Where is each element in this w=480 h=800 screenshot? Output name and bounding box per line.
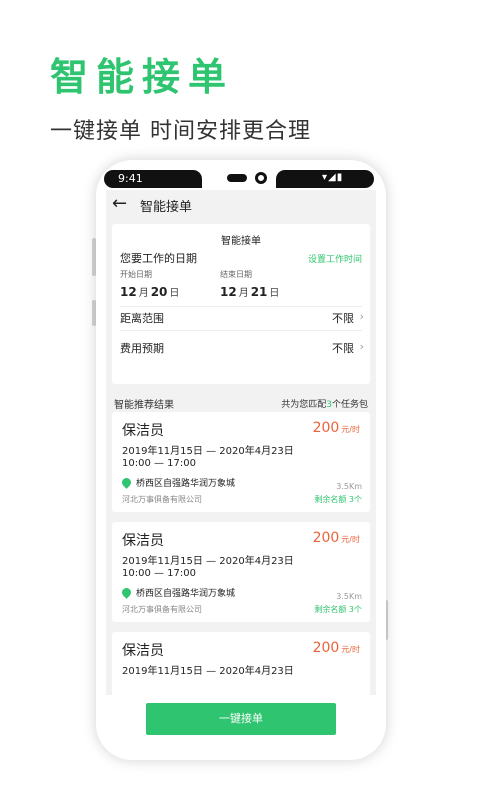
distance-range-label: 距离范围 — [120, 312, 164, 325]
budget-label: 费用预期 — [120, 342, 164, 355]
status-bar: 9:41 ▾◢▮ — [96, 160, 386, 190]
app-header: ← 智能接单 — [106, 190, 376, 220]
signal-battery-icon: ▾◢▮ — [322, 172, 344, 183]
job-price: 200 元/时 — [313, 640, 360, 656]
job-distance: 3.5Km — [336, 592, 362, 601]
job-remaining-slots: 剩余名额 3个 — [314, 495, 362, 504]
price-unit: 元/时 — [341, 645, 360, 654]
job-card[interactable]: 保洁员 200 元/时 2019年11月15日 — 2020年4月23日 10:0… — [112, 412, 370, 512]
status-time: 9:41 — [118, 172, 143, 185]
chevron-right-icon: › — [359, 340, 364, 353]
speaker-grille — [227, 174, 247, 182]
start-day: 20 — [150, 285, 168, 299]
job-dates: 2019年11月15日 — 2020年4月23日 — [122, 446, 294, 457]
start-date-value[interactable]: 12 月 20 日 — [120, 284, 181, 299]
front-camera — [255, 172, 267, 184]
location-pin-icon — [120, 476, 133, 489]
end-month: 12 — [220, 285, 237, 299]
job-company: 河北万事俱备有限公司 — [122, 495, 202, 504]
day-unit: 日 — [169, 288, 180, 299]
price-amount: 200 — [312, 420, 340, 436]
set-work-time-link[interactable]: 设置工作时间 — [308, 252, 362, 265]
order-settings-card: 智能接单 您要工作的日期 设置工作时间 开始日期 结束日期 12 月 20 日 12 月… — [112, 224, 370, 384]
divider — [120, 330, 362, 331]
job-address: 桥西区自强路华润万象城 — [136, 479, 236, 489]
job-distance: 3.5Km — [336, 482, 362, 491]
job-title: 保洁员 — [122, 423, 164, 439]
end-day: 21 — [250, 285, 268, 299]
match-summary: 共为您匹配3个任务包 — [281, 397, 368, 410]
day-unit: 日 — [269, 288, 280, 299]
match-prefix: 共为您匹配 — [281, 400, 327, 410]
promo-title: 智能接单 — [50, 55, 235, 99]
match-suffix: 个任务包 — [331, 400, 368, 410]
recommend-results-heading: 智能推荐结果 — [114, 400, 174, 411]
job-title: 保洁员 — [122, 643, 164, 659]
job-price: 200 元/时 — [313, 420, 360, 436]
job-dates: 2019年11月15日 — 2020年4月23日 — [122, 666, 294, 677]
job-hours: 10:00 — 17:00 — [122, 458, 196, 469]
job-hours: 10:00 — 17:00 — [122, 568, 196, 579]
work-date-label: 您要工作的日期 — [120, 252, 197, 265]
price-amount: 200 — [312, 530, 340, 546]
phone-frame: 9:41 ▾◢▮ ← 智能接单 智能接单 您要工作的日期 设置工作时间 开始日期… — [96, 160, 386, 760]
price-unit: 元/时 — [341, 535, 360, 544]
job-card[interactable]: 保洁员 200 元/时 2019年11月15日 — 2020年4月23日 10:0… — [112, 522, 370, 622]
one-click-accept-button[interactable]: 一键接单 — [146, 703, 336, 735]
job-company: 河北万事俱备有限公司 — [122, 605, 202, 614]
promo-subtitle: 一键接单 时间安排更合理 — [50, 119, 311, 144]
end-date-value[interactable]: 12 月 21 日 — [220, 284, 281, 299]
job-remaining-slots: 剩余名额 3个 — [314, 605, 362, 614]
start-date-label: 开始日期 — [120, 270, 152, 279]
divider — [120, 306, 362, 307]
job-price: 200 元/时 — [313, 530, 360, 546]
job-title: 保洁员 — [122, 533, 164, 549]
month-unit: 月 — [238, 288, 249, 299]
page-title: 智能接单 — [140, 200, 193, 215]
distance-range-value[interactable]: 不限 — [332, 310, 354, 326]
bottom-action-bar: 一键接单 — [106, 695, 376, 760]
budget-value[interactable]: 不限 — [332, 340, 354, 356]
card-title: 智能接单 — [221, 236, 261, 247]
arrow-left-icon[interactable]: ← — [112, 194, 132, 214]
chevron-right-icon: › — [359, 310, 364, 323]
price-unit: 元/时 — [341, 425, 360, 434]
app-screen: ← 智能接单 智能接单 您要工作的日期 设置工作时间 开始日期 结束日期 12 月… — [106, 190, 376, 760]
location-pin-icon — [120, 586, 133, 599]
price-amount: 200 — [312, 640, 340, 656]
job-address: 桥西区自强路华润万象城 — [136, 589, 236, 599]
start-month: 12 — [120, 285, 137, 299]
end-date-label: 结束日期 — [220, 270, 252, 279]
job-dates: 2019年11月15日 — 2020年4月23日 — [122, 556, 294, 567]
month-unit: 月 — [138, 288, 149, 299]
